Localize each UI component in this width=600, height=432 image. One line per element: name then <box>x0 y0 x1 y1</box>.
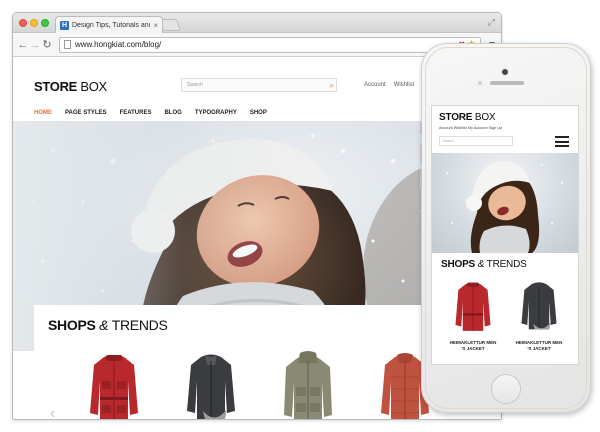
volume-up-button <box>420 144 422 164</box>
page-icon <box>64 40 71 49</box>
product-olive-parka[interactable] <box>282 351 334 420</box>
tab-bar: H Design Tips, Tutorials and × ⤢ <box>13 13 501 33</box>
mobile-section-title: SHOPS & TRENDS <box>441 259 527 270</box>
mobile-account-links[interactable]: Account Wishlist My Account Sign Up <box>439 126 502 130</box>
url-text: www.hongkiat.com/blog/ <box>75 40 162 49</box>
site-logo[interactable]: STORE BOX <box>34 79 107 94</box>
maximize-window-button[interactable] <box>41 19 49 27</box>
volume-down-button <box>420 170 422 190</box>
mobile-hero-image <box>432 153 578 253</box>
mobile-product-gray-jacket[interactable] <box>520 278 558 334</box>
home-button[interactable] <box>491 374 521 404</box>
minimize-window-button[interactable] <box>30 19 38 27</box>
fullscreen-icon[interactable]: ⤢ <box>488 17 495 28</box>
hamburger-menu-icon[interactable] <box>555 136 569 147</box>
nav-features[interactable]: FEATURES <box>120 110 152 116</box>
earpiece-speaker <box>490 81 524 85</box>
mobile-product-red-jacket[interactable] <box>454 278 492 334</box>
phone-screen: STORE BOX Account Wishlist My Account Si… <box>431 105 579 365</box>
close-window-button[interactable] <box>19 19 27 27</box>
search-placeholder: Search <box>187 82 203 88</box>
favicon-icon: H <box>60 20 69 30</box>
nav-shop[interactable]: SHOP <box>250 110 267 116</box>
mobile-site-logo[interactable]: STORE BOX <box>439 112 496 123</box>
mobile-search-input[interactable]: Search <box>439 136 513 146</box>
product-gray-jacket[interactable] <box>185 351 237 420</box>
nav-typography[interactable]: TYPOGRAPHY <box>195 110 237 116</box>
mobile-product-caption[interactable]: HEIMAKLETTUR MEN 'S JACKET <box>447 340 499 351</box>
account-link[interactable]: Account <box>364 82 386 88</box>
nav-page-styles[interactable]: PAGE STYLES <box>65 110 107 116</box>
nav-blog[interactable]: BLOG <box>164 110 181 116</box>
browser-tab[interactable]: H Design Tips, Tutorials and × <box>55 16 163 33</box>
forward-button[interactable]: → <box>29 39 41 51</box>
search-icon[interactable]: ⌕ <box>330 80 334 91</box>
tab-close-icon[interactable]: × <box>153 21 158 30</box>
proximity-sensor <box>478 81 482 85</box>
mobile-hero-photo <box>446 161 563 253</box>
front-camera <box>502 69 508 75</box>
site-search-input[interactable]: Search ⌕ <box>181 78 337 92</box>
mute-switch <box>420 122 422 134</box>
section-title: SHOPS & TRENDS <box>48 317 168 333</box>
tab-title: Design Tips, Tutorials and <box>72 21 151 29</box>
reload-button[interactable]: ↻ <box>41 38 53 51</box>
product-red-jacket[interactable] <box>88 351 140 420</box>
mobile-product-caption[interactable]: HEIMAKLETTUR MEN 'S JACKET <box>513 340 565 351</box>
account-links: Account Wishlist <box>364 82 422 88</box>
address-bar[interactable]: www.hongkiat.com/blog/ ✖ ★ <box>59 36 481 53</box>
back-button[interactable]: ← <box>17 39 29 51</box>
wishlist-link[interactable]: Wishlist <box>394 82 415 88</box>
smartphone-frame: STORE BOX Account Wishlist My Account Si… <box>420 43 591 413</box>
nav-home[interactable]: HOME <box>34 110 52 116</box>
carousel-prev-icon[interactable]: ‹ <box>50 405 55 419</box>
main-nav: HOME PAGE STYLES FEATURES BLOG TYPOGRAPH… <box>34 110 267 116</box>
